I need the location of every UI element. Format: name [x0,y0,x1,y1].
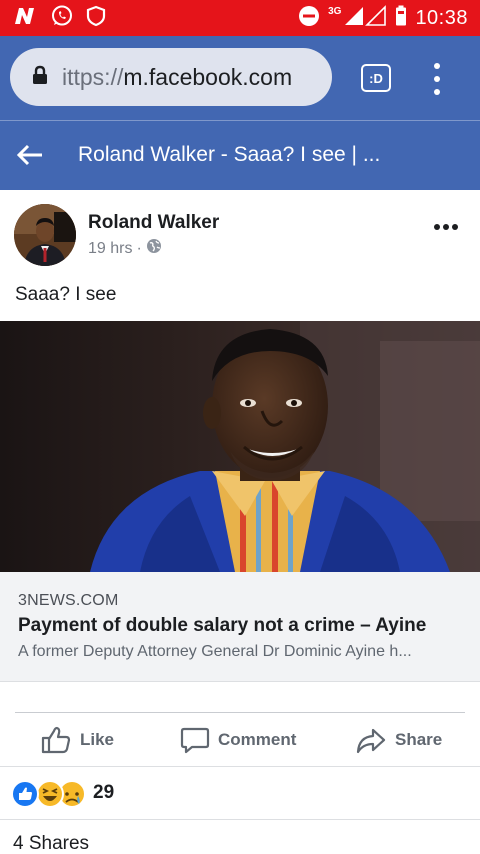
address-bar[interactable]: ittps://m.facebook.com [10,48,332,106]
post-meta: 19 hrs · [88,238,162,259]
tabs-icon[interactable]: :D [361,64,391,92]
post-image[interactable] [0,321,480,572]
author-name[interactable]: Roland Walker [88,212,219,234]
like-icon [40,726,72,754]
page-title: Roland Walker - Saaa? I see | ... [78,143,381,166]
network-type: 3G [328,5,342,17]
menu-icon[interactable] [431,63,443,95]
reactions-divider [0,819,480,820]
status-bar: 3G 10:38 [0,0,480,36]
link-title[interactable]: Payment of double salary not a crime – A… [18,615,426,637]
reaction-count: 29 [93,782,115,803]
url-scheme: ittps:// [62,63,124,90]
avatar[interactable] [14,204,76,266]
reactions-summary[interactable]: 29 [0,767,480,819]
signal-icon [343,4,387,32]
globe-icon [146,238,162,259]
link-description: A former Deputy Attorney General Dr Domi… [18,643,412,660]
n-icon [12,6,38,31]
like-label: Like [80,730,115,749]
whatsapp-icon [50,4,74,33]
comment-icon [180,726,210,754]
meta-separator: · [136,239,142,257]
lock-icon [32,65,62,90]
post-header: Roland Walker 19 hrs · [0,190,480,280]
haha-reaction-icon [36,780,64,808]
share-button[interactable]: Share [355,726,442,754]
post-actions: Like Comment Share [0,718,480,766]
more-icon[interactable] [434,224,458,230]
share-icon [355,726,387,754]
browser-toolbar: ittps://m.facebook.com :D [0,36,480,120]
comment-label: Comment [218,730,297,749]
like-button[interactable]: Like [40,726,114,754]
share-label: Share [395,730,443,749]
like-reaction-icon [11,780,39,808]
post-time[interactable]: 19 hrs [88,240,132,258]
link-source: 3NEWS.COM [18,592,119,609]
divider [15,712,465,713]
reaction-icons [10,779,90,809]
battery-icon [395,5,407,32]
back-arrow-icon[interactable] [16,143,44,167]
url-text: ittps://m.facebook.com [62,64,292,91]
shield-icon [86,5,106,32]
dnd-icon [298,5,320,32]
post-text: Saaa? I see [15,284,117,305]
page-header: Roland Walker - Saaa? I see | ... [0,120,480,190]
comment-button[interactable]: Comment [180,726,296,754]
shares-count[interactable]: 4 Shares [13,833,89,854]
url-domain: m.facebook.com [123,63,293,90]
link-preview-card[interactable]: 3NEWS.COM Payment of double salary not a… [0,572,480,682]
clock: 10:38 [415,6,468,29]
